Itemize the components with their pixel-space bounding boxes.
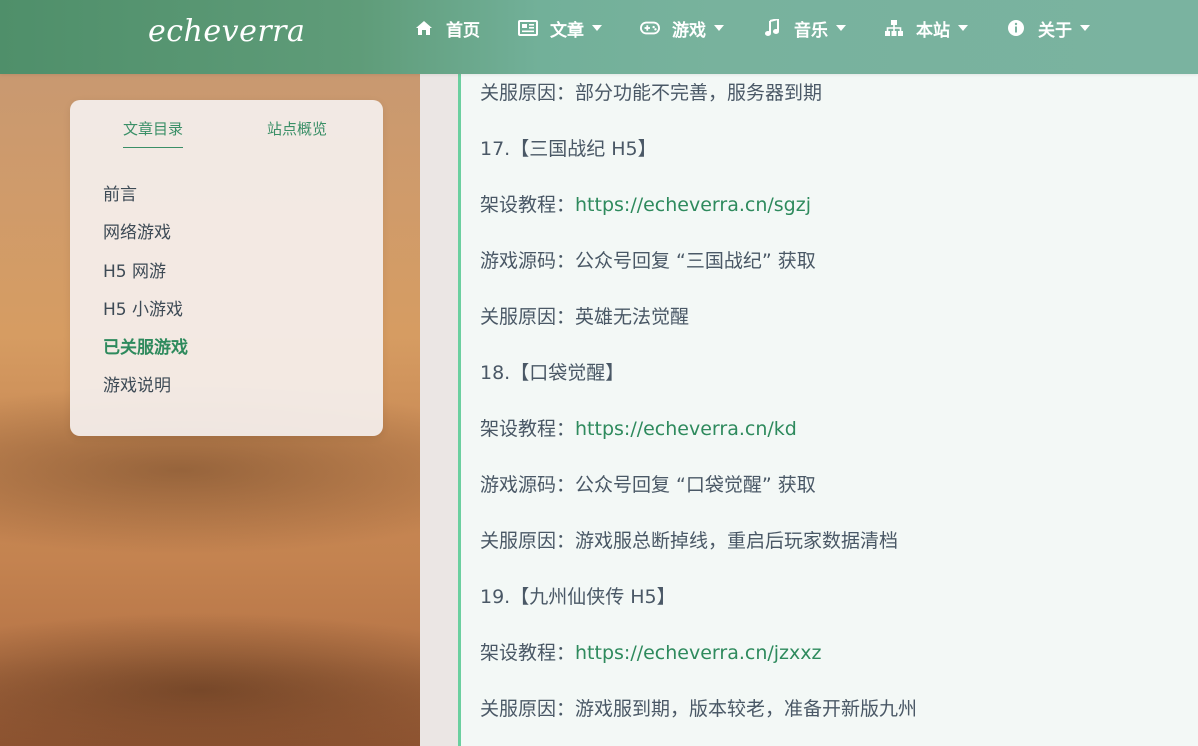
paragraph-text: 游戏服到期，版本较老，准备开新版九州 bbox=[575, 698, 918, 720]
paragraph-text: 部分功能不完善，服务器到期 bbox=[575, 82, 823, 104]
chevron-down-icon bbox=[958, 25, 968, 31]
paragraph-label: 架设教程： bbox=[480, 642, 576, 664]
toc-item-h5-mini[interactable]: H5 小游戏 bbox=[103, 295, 188, 333]
game-heading: 19.【九州仙侠传 H5】 bbox=[480, 586, 676, 608]
paragraph-label: 架设教程： bbox=[480, 418, 576, 440]
setup-tutorial-link[interactable]: https://echeverra.cn/jzxxz bbox=[575, 642, 821, 664]
toc-item-game-notes[interactable]: 游戏说明 bbox=[103, 371, 188, 409]
nav-item-label: 游戏 bbox=[672, 20, 706, 41]
info-icon bbox=[1006, 19, 1026, 37]
chevron-down-icon bbox=[836, 25, 846, 31]
paragraph-text: 公众号回复 “口袋觉醒” 获取 bbox=[575, 474, 816, 496]
paragraph-label: 游戏源码： bbox=[480, 250, 576, 272]
nav-item-music[interactable]: 音乐 bbox=[762, 16, 846, 41]
chevron-down-icon bbox=[1080, 25, 1090, 31]
paragraph-label: 架设教程： bbox=[480, 194, 576, 216]
tab-overview[interactable]: 站点概览 bbox=[267, 118, 327, 139]
paragraph: 游戏源码：公众号回复 “口袋觉醒” 获取 bbox=[480, 470, 816, 497]
newspaper-icon bbox=[518, 19, 538, 37]
paragraph-label: 游戏源码： bbox=[480, 474, 576, 496]
toc-item-online-games[interactable]: 网络游戏 bbox=[103, 218, 188, 256]
sidebar-tabs: 文章目录 站点概览 bbox=[70, 118, 383, 148]
tab-toc[interactable]: 文章目录 bbox=[123, 118, 184, 148]
nav-item-home[interactable]: 首页 bbox=[414, 16, 480, 41]
paragraph: 架设教程：https://echeverra.cn/jzxxz bbox=[480, 638, 822, 665]
paragraph: 游戏源码：公众号回复 “三国战纪” 获取 bbox=[480, 246, 816, 273]
game-heading: 18.【口袋觉醒】 bbox=[480, 362, 625, 384]
home-icon bbox=[414, 19, 434, 37]
nav-item-label: 关于 bbox=[1038, 20, 1072, 41]
nav-item-site[interactable]: 本站 bbox=[884, 16, 968, 41]
nav-menu: 首页 文章 游戏 音乐 本站 关于 bbox=[414, 0, 1128, 56]
sidebar-toc-card: 文章目录 站点概览 前言 网络游戏 H5 网游 H5 小游戏 已关服游戏 游戏说… bbox=[70, 100, 383, 436]
paragraph: 关服原因：英雄无法觉醒 bbox=[480, 302, 689, 329]
music-icon bbox=[762, 19, 782, 37]
nav-item-label: 音乐 bbox=[794, 20, 828, 41]
paragraph: 关服原因：游戏服到期，版本较老，准备开新版九州 bbox=[480, 694, 917, 721]
nav-item-label: 首页 bbox=[446, 20, 480, 41]
paragraph-label: 关服原因： bbox=[480, 82, 576, 104]
content-gutter bbox=[420, 74, 458, 746]
site-logo[interactable]: echeverra bbox=[148, 14, 305, 49]
setup-tutorial-link[interactable]: https://echeverra.cn/kd bbox=[575, 418, 797, 440]
nav-item-articles[interactable]: 文章 bbox=[518, 16, 602, 41]
toc-item-closed-games[interactable]: 已关服游戏 bbox=[103, 333, 188, 371]
nav-item-about[interactable]: 关于 bbox=[1006, 16, 1090, 41]
nav-item-games[interactable]: 游戏 bbox=[640, 16, 724, 41]
toc-item-preface[interactable]: 前言 bbox=[103, 180, 188, 218]
paragraph-text: 公众号回复 “三国战纪” 获取 bbox=[575, 250, 816, 272]
paragraph: 关服原因：游戏服总断掉线，重启后玩家数据清档 bbox=[480, 526, 898, 553]
chevron-down-icon bbox=[592, 25, 602, 31]
paragraph-label: 关服原因： bbox=[480, 698, 576, 720]
paragraph: 架设教程：https://echeverra.cn/sgzj bbox=[480, 190, 811, 217]
paragraph-text: 游戏服总断掉线，重启后玩家数据清档 bbox=[575, 530, 899, 552]
toc-list: 前言 网络游戏 H5 网游 H5 小游戏 已关服游戏 游戏说明 bbox=[103, 180, 188, 410]
paragraph-text: 英雄无法觉醒 bbox=[575, 306, 690, 328]
top-navbar: echeverra 首页 文章 游戏 音乐 本站 关于 bbox=[0, 0, 1198, 74]
nav-item-label: 文章 bbox=[550, 20, 584, 41]
sitemap-icon bbox=[884, 19, 904, 37]
game-heading: 17.【三国战纪 H5】 bbox=[480, 138, 657, 160]
gamepad-icon bbox=[640, 19, 660, 37]
chevron-down-icon bbox=[714, 25, 724, 31]
paragraph-label: 关服原因： bbox=[480, 306, 576, 328]
paragraph: 架设教程：https://echeverra.cn/kd bbox=[480, 414, 797, 441]
nav-item-label: 本站 bbox=[916, 20, 950, 41]
paragraph-label: 关服原因： bbox=[480, 530, 576, 552]
paragraph: 关服原因：部分功能不完善，服务器到期 bbox=[480, 78, 822, 105]
toc-item-h5-online[interactable]: H5 网游 bbox=[103, 257, 188, 295]
setup-tutorial-link[interactable]: https://echeverra.cn/sgzj bbox=[575, 194, 811, 216]
content-left-border bbox=[458, 74, 461, 746]
